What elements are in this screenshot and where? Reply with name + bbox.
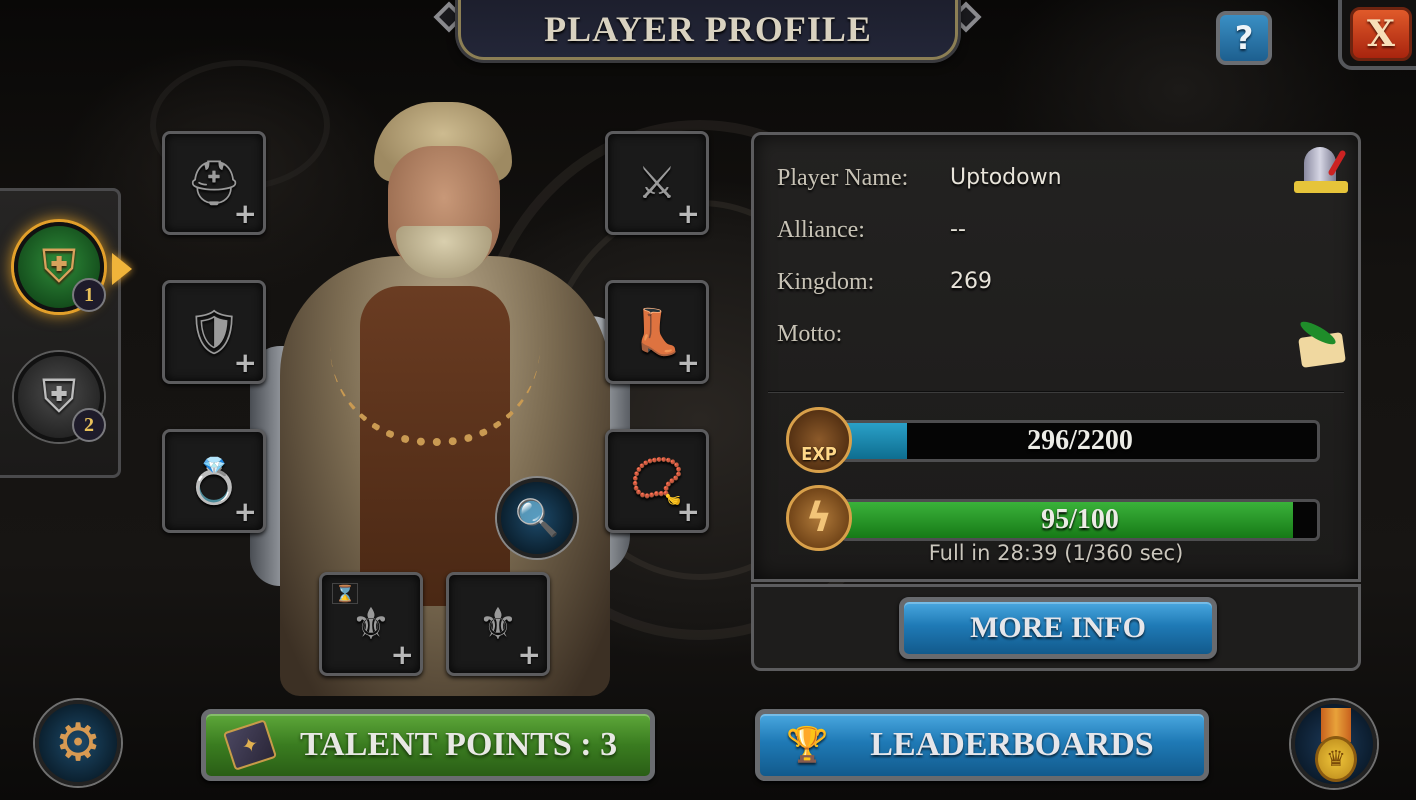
hourglass-icon: ⌛: [332, 583, 358, 604]
add-icon: +: [676, 197, 700, 230]
alliance-row: Alliance: --: [777, 217, 966, 244]
more-info-button[interactable]: MORE INFO: [899, 597, 1217, 659]
stamina-regen-text: Full in 28:39 (1/360 sec): [928, 541, 1184, 565]
kingdom-value: 269: [950, 269, 992, 294]
info-footer: MORE INFO: [751, 584, 1361, 671]
profile-info-panel: Player Name: Uptodown Alliance: -- Kingd…: [751, 132, 1361, 582]
add-icon: +: [233, 495, 257, 528]
stamina-bar: 95/100: [840, 499, 1320, 541]
trophy-icon: 🏆: [786, 725, 829, 765]
hero-number-badge: 1: [72, 278, 106, 312]
hero-number-badge: 2: [72, 408, 106, 442]
character-portrait: [250, 96, 630, 696]
settings-button[interactable]: ⚙: [35, 700, 121, 786]
equip-slot-necklace[interactable]: 📿 +: [605, 429, 709, 533]
add-icon: +: [676, 346, 700, 379]
kingdom-row: Kingdom: 269: [777, 269, 992, 296]
divider: [768, 391, 1344, 393]
scroll-magnifier-icon: 🔍: [514, 498, 560, 538]
motto-label: Motto:: [777, 321, 843, 347]
talent-points-button[interactable]: ✦ TALENT POINTS : 3: [201, 709, 655, 781]
equip-slot-armor[interactable]: 🛡 +: [162, 280, 266, 384]
achievements-button[interactable]: ♛: [1291, 700, 1377, 788]
question-icon: ?: [1234, 19, 1254, 57]
inspect-button[interactable]: 🔍: [497, 478, 577, 558]
add-icon: +: [233, 346, 257, 379]
hero-slot-1[interactable]: ⛨ 1: [14, 222, 106, 312]
close-icon: X: [1367, 13, 1395, 55]
ribbon-icon: [1294, 181, 1348, 193]
gear-icon: ⚙: [54, 713, 102, 773]
exp-value: 296/2200: [1027, 425, 1133, 456]
add-icon: +: [517, 638, 541, 671]
equip-slot-accessory-1[interactable]: ⌛ ⚜ +: [319, 572, 423, 676]
page-title: PLAYER PROFILE: [544, 8, 872, 49]
accessory-icon: ⚜: [351, 598, 391, 650]
more-info-label: MORE INFO: [970, 611, 1146, 644]
helmet-icon: ⛨: [41, 371, 77, 422]
player-name-row: Player Name: Uptodown: [777, 165, 1062, 192]
add-icon: +: [676, 495, 700, 528]
crown-medal-icon: ♛: [1315, 736, 1357, 782]
equip-slot-boots[interactable]: 👢 +: [605, 280, 709, 384]
leaderboards-button[interactable]: 🏆 LEADERBOARDS: [755, 709, 1209, 781]
close-button[interactable]: X: [1350, 7, 1412, 61]
talent-book-icon: ✦: [222, 719, 278, 771]
equip-slot-accessory-2[interactable]: ⚜ +: [446, 572, 550, 676]
crossed-swords-icon: ⚔: [637, 157, 677, 209]
rename-button[interactable]: [1294, 147, 1348, 199]
alliance-value: --: [950, 217, 966, 242]
talent-points-label: TALENT POINTS : 3: [300, 726, 618, 763]
help-button[interactable]: ?: [1216, 11, 1272, 65]
alliance-label: Alliance:: [777, 217, 865, 243]
hero-slot-2[interactable]: ⛨ 2: [14, 352, 106, 442]
player-name-label: Player Name:: [777, 165, 909, 191]
selected-hero-arrow-icon: [112, 253, 132, 285]
accessory-icon: ⚜: [478, 598, 518, 650]
add-icon: +: [390, 638, 414, 671]
equip-slot-ring[interactable]: 💍 +: [162, 429, 266, 533]
player-name-value: Uptodown: [950, 165, 1062, 190]
lightning-icon: ϟ: [805, 495, 833, 541]
exp-bar: 296/2200: [840, 420, 1320, 462]
equip-slot-helmet[interactable]: ⛑ +: [162, 131, 266, 235]
exp-icon: EXP: [786, 407, 852, 473]
stamina-value: 95/100: [1041, 504, 1119, 535]
equip-slot-weapon[interactable]: ⚔ +: [605, 131, 709, 235]
leaderboards-label: LEADERBOARDS: [870, 726, 1154, 763]
exp-icon-label: EXP: [801, 443, 837, 465]
kingdom-label: Kingdom:: [777, 269, 875, 295]
helmet-icon: ⛨: [41, 241, 77, 292]
add-icon: +: [233, 197, 257, 230]
edit-motto-button[interactable]: [1294, 317, 1348, 371]
motto-row: Motto:: [777, 321, 950, 348]
title-banner: PLAYER PROFILE: [458, 0, 958, 60]
